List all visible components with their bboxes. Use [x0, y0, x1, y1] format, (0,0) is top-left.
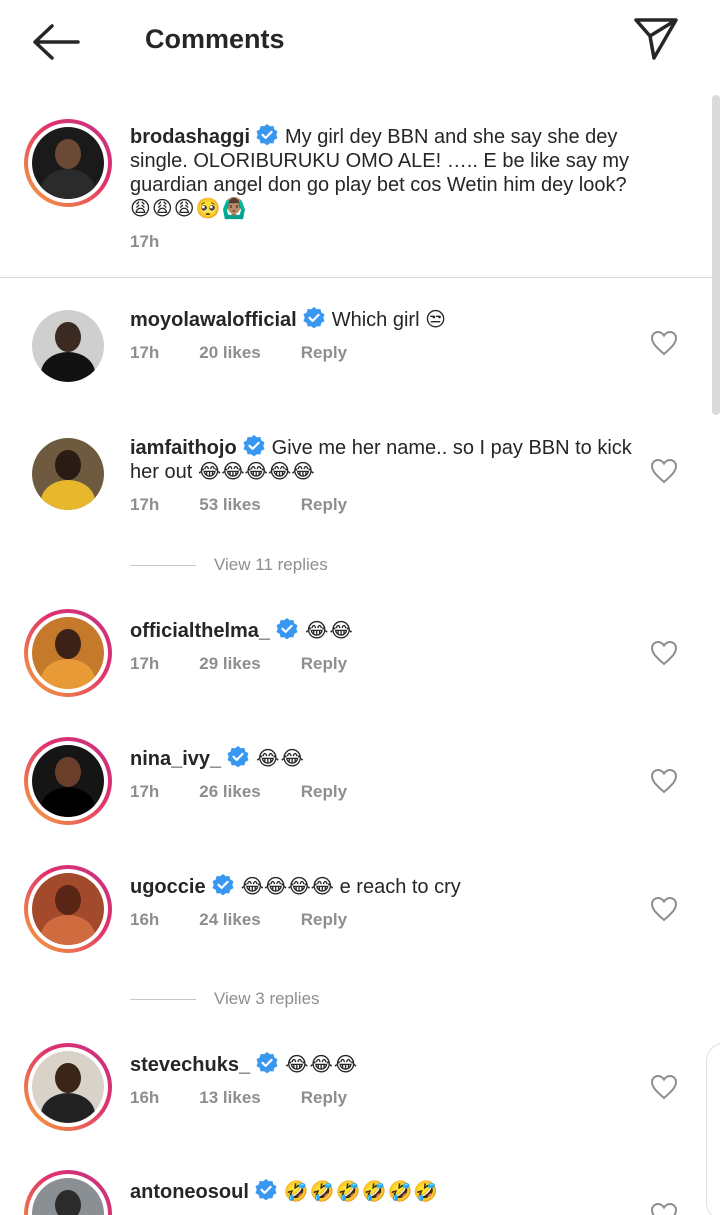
reply-button[interactable]: Reply — [301, 782, 347, 802]
comment-time: 17h — [130, 654, 160, 673]
caption-username[interactable]: brodashaggi — [130, 126, 250, 148]
comment-body: 😂😂 — [305, 620, 354, 642]
heart-icon[interactable] — [650, 768, 678, 794]
avatar[interactable] — [24, 302, 112, 390]
avatar[interactable] — [24, 119, 112, 207]
caption-emojis: 😩😩😩🥺🙆🏽‍♂️ — [130, 198, 248, 220]
comment-body: 😂😂😂😂 e reach to cry — [240, 876, 461, 898]
comment-username[interactable]: stevechuks_ — [130, 1054, 250, 1076]
comment-text: officialthelma_ 😂😂 — [130, 617, 650, 643]
avatar[interactable] — [24, 737, 112, 825]
comment-meta: 17h 53 likes Reply — [130, 495, 347, 515]
view-replies-link[interactable]: View 11 replies — [130, 555, 328, 575]
heart-icon[interactable] — [650, 1074, 678, 1100]
comment-text: stevechuks_ 😂😂😂 — [130, 1051, 650, 1077]
heart-icon[interactable] — [650, 458, 678, 484]
comment-time: 17h — [130, 343, 160, 362]
caption-time: 17h — [130, 232, 160, 251]
comment-username[interactable]: moyolawalofficial — [130, 309, 297, 331]
direct-send-icon[interactable] — [632, 16, 680, 62]
reply-button[interactable]: Reply — [301, 654, 347, 674]
verified-badge-icon — [256, 124, 278, 146]
likes-count[interactable]: 24 likes — [199, 910, 260, 930]
comment-time: 17h — [130, 782, 160, 801]
reply-button[interactable]: Reply — [301, 495, 347, 515]
verified-badge-icon — [303, 307, 325, 329]
likes-count[interactable]: 13 likes — [199, 1088, 260, 1108]
avatar[interactable] — [24, 609, 112, 697]
avatar[interactable] — [24, 865, 112, 953]
reply-button[interactable]: Reply — [301, 343, 347, 363]
page-title: Comments — [145, 24, 285, 54]
reply-button[interactable]: Reply — [301, 1088, 347, 1108]
caption-meta: 17h — [130, 232, 159, 252]
view-replies-label[interactable]: View 11 replies — [214, 555, 328, 574]
comment-username[interactable]: iamfaithojo — [130, 437, 237, 459]
heart-icon[interactable] — [650, 640, 678, 666]
comment-text: moyolawalofficial Which girl 😒 — [130, 306, 650, 332]
replies-line — [130, 565, 196, 567]
comment-meta: 17h 29 likes Reply — [130, 654, 347, 674]
post-caption: brodashaggi My girl dey BBN and she say s… — [0, 115, 720, 277]
back-arrow-icon[interactable] — [30, 22, 82, 62]
likes-count[interactable]: 29 likes — [199, 654, 260, 674]
comment-body: 😂😂 — [256, 748, 305, 770]
verified-badge-icon — [276, 618, 298, 640]
reply-button[interactable]: Reply — [301, 910, 347, 930]
comment-time: 16h — [130, 1088, 160, 1107]
divider — [0, 277, 720, 278]
view-replies-link[interactable]: View 3 replies — [130, 989, 320, 1009]
view-replies-label[interactable]: View 3 replies — [214, 989, 320, 1008]
comment-text: nina_ivy_ 😂😂 — [130, 745, 650, 771]
comment-username[interactable]: antoneosoul — [130, 1181, 249, 1203]
comment-time: 16h — [130, 910, 160, 929]
comment-body: 😂😂😂 — [285, 1054, 359, 1076]
comment-time: 17h — [130, 495, 160, 514]
avatar[interactable] — [24, 1170, 112, 1215]
comment-username[interactable]: ugoccie — [130, 876, 206, 898]
comment-meta: 17h 20 likes Reply — [130, 343, 347, 363]
avatar[interactable] — [24, 430, 112, 518]
comment-text: antoneosoul 🤣🤣🤣🤣🤣🤣 — [130, 1178, 650, 1204]
likes-count[interactable]: 20 likes — [199, 343, 260, 363]
comment-body: 🤣🤣🤣🤣🤣🤣 — [283, 1181, 440, 1203]
replies-line — [130, 999, 196, 1001]
heart-icon[interactable] — [650, 896, 678, 922]
comment-meta: 17h 26 likes Reply — [130, 782, 347, 802]
header-bar: Comments — [0, 0, 720, 84]
heart-icon[interactable] — [650, 1202, 678, 1215]
caption-text: brodashaggi My girl dey BBN and she say s… — [130, 123, 650, 221]
comment-username[interactable]: officialthelma_ — [130, 620, 270, 642]
verified-badge-icon — [256, 1052, 278, 1074]
likes-count[interactable]: 53 likes — [199, 495, 260, 515]
comment-text: ugoccie 😂😂😂😂 e reach to cry — [130, 873, 650, 899]
comment-username[interactable]: nina_ivy_ — [130, 748, 221, 770]
comment-text: iamfaithojo Give me her name.. so I pay B… — [130, 434, 650, 484]
avatar[interactable] — [24, 1043, 112, 1131]
comment-meta: 16h 13 likes Reply — [130, 1088, 347, 1108]
side-panel-handle[interactable] — [706, 1042, 720, 1215]
likes-count[interactable]: 26 likes — [199, 782, 260, 802]
verified-badge-icon — [227, 746, 249, 768]
verified-badge-icon — [255, 1179, 277, 1201]
verified-badge-icon — [243, 435, 265, 457]
comment-body: Which girl 😒 — [331, 309, 446, 331]
verified-badge-icon — [212, 874, 234, 896]
comment-meta: 16h 24 likes Reply — [130, 910, 347, 930]
heart-icon[interactable] — [650, 330, 678, 356]
